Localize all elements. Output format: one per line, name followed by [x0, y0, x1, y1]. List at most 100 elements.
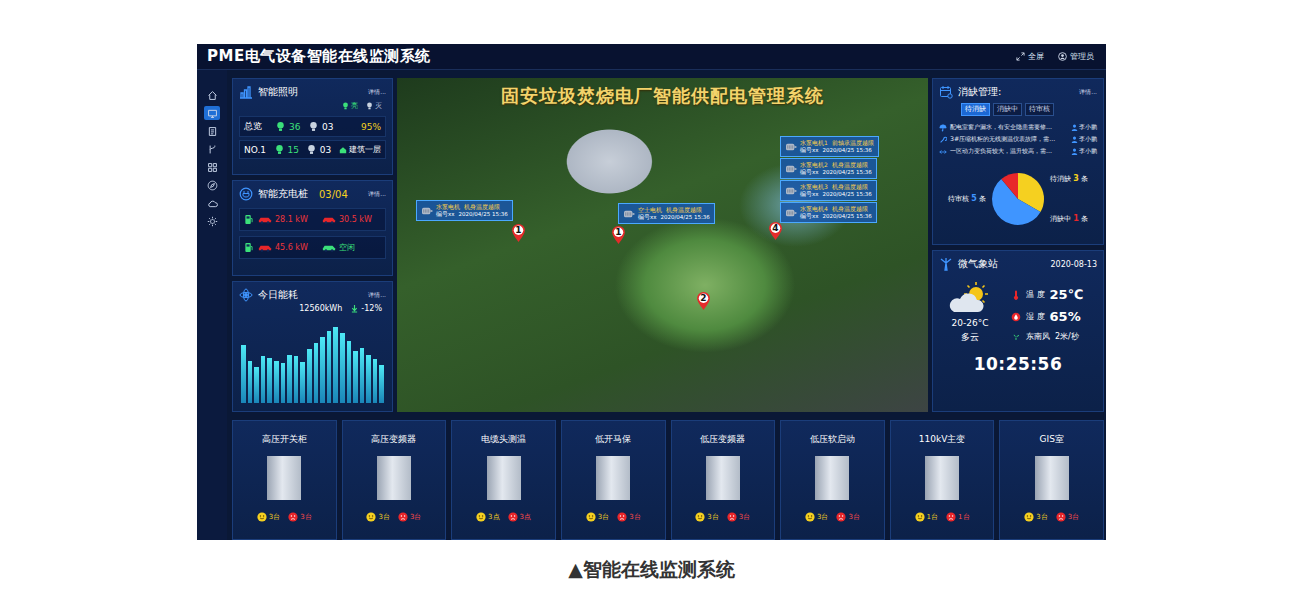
details-link[interactable]: 详情...: [368, 291, 386, 300]
sidebar-item[interactable]: [204, 142, 220, 156]
alarm-callout[interactable]: 水泵电机3机身温度越限 编号xx2020/04/25 15:36: [780, 180, 877, 201]
details-link[interactable]: 详情...: [368, 88, 386, 97]
fullscreen-button[interactable]: 全屏: [1016, 51, 1044, 62]
pile-reading: 28.1 kW: [275, 215, 308, 224]
car-icon: [322, 216, 336, 224]
smiley-icon: [257, 512, 267, 522]
defect-item[interactable]: 3#压缩机柜的无线测温仪表故障，需... 李小鹏: [939, 135, 1097, 144]
callout-title: 水泵电机2机身温度越限: [800, 161, 872, 169]
alarm-callout[interactable]: 水泵电机机身温度越限 编号xx2020/04/25 15:36: [416, 200, 513, 221]
on-count: 15: [288, 145, 303, 155]
pile-item: 45.6 kW: [258, 243, 317, 252]
alarm-callout[interactable]: 空士电机机身温度越限 编号xx2020/04/25 15:36: [618, 203, 715, 224]
device-card[interactable]: GIS室 3台 3台: [999, 420, 1104, 540]
sidebar-item[interactable]: [204, 214, 220, 228]
sidebar-item[interactable]: [204, 196, 220, 210]
alarm-count: 3台: [739, 512, 750, 522]
location-label: 建筑一层: [349, 144, 381, 155]
header-actions: 全屏 管理员: [1016, 51, 1094, 62]
device-card[interactable]: 低压变频器 3台 3台: [671, 420, 776, 540]
on-rate: 95%: [361, 122, 381, 132]
alarm-stat: 3台: [398, 512, 421, 522]
normal-count: 1台: [927, 512, 938, 522]
sad-face-icon: [617, 512, 627, 522]
defect-tabs: 待消缺消缺中待审核: [939, 103, 1097, 116]
assignee-name: 李小鹏: [1079, 123, 1097, 132]
alarm-time: 2020/04/25 15:36: [823, 213, 872, 220]
device-photo: [815, 456, 849, 500]
motor-icon: [785, 208, 797, 218]
defect-item[interactable]: 配电室窗户漏水，有安全隐患需要修... 李小鹏: [939, 123, 1097, 132]
alarm-stat: 3台: [836, 512, 859, 522]
device-name: 水泵电机1: [800, 139, 828, 147]
defect-tab[interactable]: 消缺中: [993, 103, 1022, 116]
details-link[interactable]: 详情...: [1079, 88, 1097, 97]
motor-icon: [623, 209, 635, 219]
energy-bar: [360, 348, 365, 403]
sidebar-item[interactable]: [204, 124, 220, 138]
pin-label: 1: [511, 225, 526, 236]
defect-tab[interactable]: 待审核: [1025, 103, 1054, 116]
reading-label: 东南风: [1026, 331, 1050, 342]
reading-value: 25℃: [1050, 287, 1084, 302]
defect-tab[interactable]: 待消缺: [961, 103, 990, 116]
person-icon: [1071, 148, 1078, 155]
energy-bar: [274, 361, 279, 403]
defect-item[interactable]: 一区动力变负荷较大，温升较高，需... 李小鹏: [939, 147, 1097, 156]
alarm-count: 1台: [958, 512, 969, 522]
map-pin[interactable]: 1: [511, 223, 526, 243]
device-card[interactable]: 高压开关柜 3台 3台: [232, 420, 337, 540]
callout-meta: 编号xx2020/04/25 15:36: [436, 211, 508, 218]
off-count: 03: [320, 145, 335, 155]
smiley-icon: [366, 512, 376, 522]
device-name: GIS室: [1040, 433, 1064, 446]
wind-icon: [1011, 332, 1021, 342]
page: PME电气设备智能在线监测系统 全屏 管理员 智能照明 详情... 亮 灭 总览…: [0, 0, 1300, 615]
alarm-stat: 1台: [946, 512, 969, 522]
alarm-stat: 3台: [288, 512, 311, 522]
condition: 多云: [961, 331, 979, 344]
normal-stat: 3台: [1024, 512, 1047, 522]
sidebar-item[interactable]: [204, 160, 220, 174]
device-row: 高压开关柜 3台 3台高压变频器 3台 3台电缆头测温 3点 3点低开马保 3台…: [232, 420, 1104, 540]
device-card[interactable]: 电缆头测温 3点 3点: [451, 420, 556, 540]
device-name: 空士电机: [638, 206, 662, 214]
alarm-callout[interactable]: 水泵电机2机身温度越限 编号xx2020/04/25 15:36: [780, 158, 877, 179]
sidebar-item[interactable]: [204, 88, 220, 102]
device-card[interactable]: 低开马保 3台 3台: [561, 420, 666, 540]
device-stats: 3台 3台: [1024, 512, 1079, 522]
map-pin[interactable]: 1: [611, 225, 626, 245]
normal-count: 3台: [269, 512, 280, 522]
energy-bar: [373, 359, 378, 403]
gear-icon: [207, 216, 218, 227]
weather-readings: 温 度 25℃ 湿 度 65% 东南风 2米/秒: [1011, 281, 1083, 344]
details-link[interactable]: 详情...: [368, 190, 386, 199]
alarm-callout[interactable]: 水泵电机4机身温度越限 编号xx2020/04/25 15:36: [780, 202, 877, 223]
home-icon: [207, 90, 218, 101]
device-code: 编号xx: [800, 147, 819, 154]
device-name: 电缆头测温: [481, 433, 526, 446]
energy-bar: [347, 341, 352, 403]
device-card[interactable]: 110kV主变 1台 1台: [890, 420, 995, 540]
device-card[interactable]: 高压变频器 3台 3台: [342, 420, 447, 540]
alarm-callout[interactable]: 水泵电机1前轴承温度越限 编号xx2020/04/25 15:36: [780, 136, 879, 157]
device-card[interactable]: 低压软启动 3台 3台: [780, 420, 885, 540]
map-pin[interactable]: 4: [768, 221, 783, 241]
map-pin[interactable]: 2: [696, 291, 711, 311]
normal-stat: 3点: [476, 512, 499, 522]
arrows-icon: [939, 148, 947, 156]
sidebar-item[interactable]: [204, 106, 220, 120]
bulb-off-icon: [307, 144, 316, 155]
device-photo: [925, 456, 959, 500]
device-photo: [706, 456, 740, 500]
charging-pile-icon: [244, 214, 253, 225]
alarm-stat: 3台: [1056, 512, 1079, 522]
reading-value: 2米/秒: [1055, 331, 1079, 342]
charging-row: 45.6 kW 空闲: [239, 236, 386, 259]
left-column: 智能照明 详情... 亮 灭 总览 36 03 95%NO.1 15 03 建筑…: [232, 78, 393, 412]
energy-bar: [307, 349, 312, 403]
alarm-stat: 3点: [508, 512, 531, 522]
sidebar-item[interactable]: [204, 178, 220, 192]
user-button[interactable]: 管理员: [1058, 51, 1094, 62]
caption: ▲智能在线监测系统: [197, 557, 1106, 583]
